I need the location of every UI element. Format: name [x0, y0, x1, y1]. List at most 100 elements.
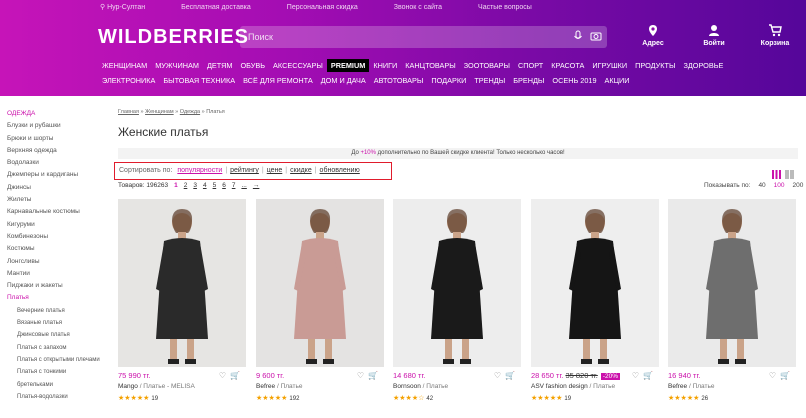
category-акции[interactable]: АКЦИИ: [601, 74, 634, 87]
sidebar-item[interactable]: Пиджаки и жакеты: [7, 280, 107, 292]
sidebar-item[interactable]: Карнавальные костюмы: [7, 206, 107, 218]
category-подарки[interactable]: ПОДАРКИ: [427, 74, 470, 87]
address-button[interactable]: Адрес: [630, 24, 676, 47]
top-link-4[interactable]: Частые вопросы: [478, 4, 532, 11]
sidebar-item[interactable]: Джемперы и кардиганы: [7, 169, 107, 181]
search-bar[interactable]: [240, 26, 607, 48]
page-size-option[interactable]: 100: [774, 182, 785, 189]
page-link[interactable]: 7: [232, 182, 236, 189]
page-link[interactable]: 5: [213, 182, 217, 189]
category-автотовары[interactable]: АВТОТОВАРЫ: [370, 74, 428, 87]
category-канцтовары[interactable]: КАНЦТОВАРЫ: [401, 59, 459, 72]
sidebar-item[interactable]: Лонгсливы: [7, 256, 107, 268]
product-image[interactable]: [256, 199, 384, 367]
search-input[interactable]: [248, 29, 568, 45]
sidebar-item[interactable]: Платья с запахом: [7, 342, 107, 354]
page-link[interactable]: 6: [222, 182, 226, 189]
category-аксессуары[interactable]: АКСЕССУАРЫ: [269, 59, 327, 72]
camera-icon[interactable]: [590, 30, 602, 42]
sidebar-item[interactable]: Комбинезоны: [7, 231, 107, 243]
category-продукты[interactable]: ПРОДУКТЫ: [631, 59, 679, 72]
category-игрушки[interactable]: ИГРУШКИ: [588, 59, 631, 72]
product-image[interactable]: [531, 199, 659, 367]
sort-option[interactable]: обновлению: [320, 167, 360, 174]
favorite-icon[interactable]: ♡: [494, 371, 501, 380]
sidebar-item[interactable]: Вязаные платья: [7, 317, 107, 329]
sidebar-item[interactable]: Костюмы: [7, 243, 107, 255]
page-link[interactable]: →: [253, 182, 260, 189]
add-to-cart-icon[interactable]: 🛒: [368, 371, 378, 380]
product-image[interactable]: [393, 199, 521, 367]
grid-large-icon[interactable]: [785, 170, 794, 179]
favorite-icon[interactable]: ♡: [632, 371, 639, 380]
category-осень-2019[interactable]: ОСЕНЬ 2019: [548, 74, 600, 87]
top-link-0[interactable]: ⚲ Нур-Султан: [100, 4, 145, 11]
add-to-cart-icon[interactable]: 🛒: [643, 371, 653, 380]
category-спорт[interactable]: СПОРТ: [514, 59, 547, 72]
product-card[interactable]: 16 940 тг. ♡ 🛒 Befree / Платье ★★★★★ 26: [668, 199, 796, 402]
category-красота[interactable]: КРАСОТА: [547, 59, 588, 72]
category-бренды[interactable]: БРЕНДЫ: [509, 74, 548, 87]
product-card[interactable]: 9 600 тг. ♡ 🛒 Befree / Платье ★★★★★ 192: [256, 199, 384, 402]
category-обувь[interactable]: ОБУВЬ: [236, 59, 269, 72]
sidebar-item[interactable]: Платья с тонкими: [7, 366, 107, 378]
sort-option[interactable]: рейтингу: [230, 167, 259, 174]
page-link[interactable]: ...: [241, 182, 246, 189]
microphone-icon[interactable]: [572, 30, 584, 42]
category-всё-для-ремонта[interactable]: ВСЁ ДЛЯ РЕМОНТА: [239, 74, 317, 87]
product-card[interactable]: 28 650 тг. 35 820 тг. -20% ♡ 🛒 ASV fashion d…: [531, 199, 659, 402]
sidebar-item[interactable]: Мантии: [7, 268, 107, 280]
breadcrumb-item[interactable]: Женщинам: [145, 109, 174, 115]
cart-button[interactable]: Корзина: [752, 24, 798, 47]
add-to-cart-icon[interactable]: 🛒: [505, 371, 515, 380]
sidebar-item[interactable]: Платья с открытыми плечами: [7, 354, 107, 366]
login-button[interactable]: Войти: [691, 24, 737, 47]
grid-small-icon[interactable]: [772, 170, 781, 179]
sort-option[interactable]: популярности: [177, 167, 222, 174]
product-image[interactable]: [668, 199, 796, 367]
page-size-option[interactable]: 40: [758, 182, 765, 189]
logo[interactable]: WILDBERRIES: [98, 26, 249, 49]
sidebar-item[interactable]: Джинсы: [7, 182, 107, 194]
breadcrumb-item[interactable]: Главная: [118, 109, 139, 115]
page-link[interactable]: 4: [203, 182, 207, 189]
top-link-3[interactable]: Звонок с сайта: [394, 4, 442, 11]
category-здоровье[interactable]: ЗДОРОВЬЕ: [679, 59, 727, 72]
sidebar-item[interactable]: бретельками: [7, 379, 107, 391]
sidebar-item[interactable]: Джинсовые платья: [7, 329, 107, 341]
category-книги[interactable]: КНИГИ: [369, 59, 401, 72]
sidebar-item[interactable]: Платья: [7, 292, 107, 304]
sidebar-item[interactable]: Жилеты: [7, 194, 107, 206]
top-link-2[interactable]: Персональная скидка: [287, 4, 358, 11]
page-link[interactable]: 2: [184, 182, 188, 189]
sidebar-item[interactable]: Водолазки: [7, 157, 107, 169]
breadcrumb-item[interactable]: Одежда: [180, 109, 200, 115]
category-мужчинам[interactable]: МУЖЧИНАМ: [151, 59, 203, 72]
sidebar-item[interactable]: Кигуруми: [7, 219, 107, 231]
sidebar-item[interactable]: Верхняя одежда: [7, 145, 107, 157]
sidebar-item[interactable]: Блузки и рубашки: [7, 120, 107, 132]
sort-option[interactable]: скидке: [290, 167, 312, 174]
category-зоотовары[interactable]: ЗООТОВАРЫ: [460, 59, 514, 72]
product-card[interactable]: 14 680 тг. ♡ 🛒 Bornsoon / Платье ★★★★☆ 42: [393, 199, 521, 402]
sidebar-item[interactable]: ОДЕЖДА: [7, 108, 107, 120]
product-image[interactable]: [118, 199, 246, 367]
category-тренды[interactable]: ТРЕНДЫ: [470, 74, 509, 87]
favorite-icon[interactable]: ♡: [357, 371, 364, 380]
category-электроника[interactable]: ЭЛЕКТРОНИКА: [98, 74, 159, 87]
product-card[interactable]: 75 990 тг. ♡ 🛒 Mango / Платье - MELISA ★★★★★…: [118, 199, 246, 402]
page-link[interactable]: 3: [193, 182, 197, 189]
page-size-option[interactable]: 200: [793, 182, 804, 189]
favorite-icon[interactable]: ♡: [219, 371, 226, 380]
top-link-1[interactable]: Бесплатная доставка: [181, 4, 251, 11]
sidebar-item[interactable]: Брюки и шорты: [7, 133, 107, 145]
add-to-cart-icon[interactable]: 🛒: [780, 371, 790, 380]
page-link[interactable]: 1: [174, 182, 178, 189]
category-дом-и-дача[interactable]: ДОМ И ДАЧА: [317, 74, 370, 87]
sidebar-item[interactable]: Вечерние платья: [7, 305, 107, 317]
category-детям[interactable]: ДЕТЯМ: [203, 59, 236, 72]
category-бытовая-техника[interactable]: БЫТОВАЯ ТЕХНИКА: [159, 74, 239, 87]
category-женщинам[interactable]: ЖЕНЩИНАМ: [98, 59, 151, 72]
add-to-cart-icon[interactable]: 🛒: [230, 371, 240, 380]
favorite-icon[interactable]: ♡: [769, 371, 776, 380]
